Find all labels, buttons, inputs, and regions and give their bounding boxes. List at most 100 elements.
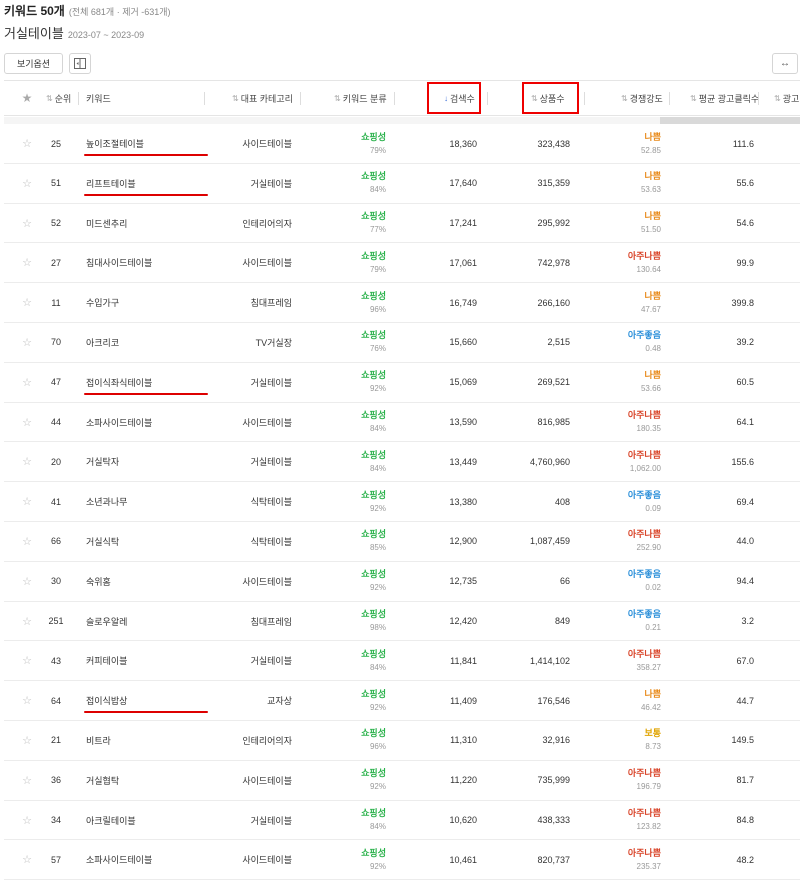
rank-cell: 25 (50, 138, 61, 149)
header-more[interactable]: ⇅ 광고 (774, 81, 799, 115)
table-row[interactable]: ☆ 70 아크리코 TV거실장 쇼핑성 76% 15,660 2,515 아주좋… (4, 323, 800, 363)
table-row[interactable]: ☆ 11 수입가구 침대프레임 쇼핑성 96% 16,749 266,160 나… (4, 283, 800, 323)
favorite-star-icon[interactable]: ☆ (21, 482, 33, 521)
keyword-cell[interactable]: 높이조절테이블 (86, 124, 206, 163)
category-cell: 식탁테이블 (250, 536, 292, 547)
keyword-cell[interactable]: 접이식좌식테이블 (86, 363, 206, 402)
table-row[interactable]: ☆ 44 소파사이드테이블 사이드테이블 쇼핑성 84% 13,590 816,… (4, 403, 800, 443)
favorite-star-icon[interactable]: ☆ (21, 442, 33, 481)
favorite-star-icon[interactable]: ☆ (21, 562, 33, 601)
header-rank[interactable]: ⇅ 순위 (46, 81, 71, 115)
favorite-star-icon[interactable]: ☆ (21, 204, 33, 243)
competition-cell: 아주좋음 0.09 (594, 482, 661, 521)
competition-cell: 아주나쁨 180.35 (594, 403, 661, 442)
favorite-star-icon[interactable]: ☆ (21, 761, 33, 800)
keyword-cell[interactable]: 거실협탁 (86, 761, 206, 800)
header-category[interactable]: ⇅ 대표 카테고리 (232, 81, 293, 115)
table-row[interactable]: ☆ 25 높이조절테이블 사이드테이블 쇼핑성 79% 18,360 323,4… (4, 124, 800, 164)
classification-percent: 92% (369, 861, 386, 871)
keyword-cell[interactable]: 아크리코 (86, 323, 206, 362)
avg-ad-clicks-cell: 81.7 (736, 775, 754, 786)
favorite-star-icon[interactable]: ☆ (21, 840, 33, 879)
header-competition[interactable]: ⇅ 경쟁강도 (621, 81, 663, 115)
keyword-count-meta: (전체 681개 · 제거 -631개) (68, 7, 171, 17)
table-row[interactable]: ☆ 21 비트라 인테리어의자 쇼핑성 96% 11,310 32,916 보통… (4, 721, 800, 761)
competition-level: 아주나쁨 (627, 449, 661, 460)
favorite-star-icon[interactable]: ☆ (21, 243, 33, 282)
header-avg-ad-clicks[interactable]: ⇅ 평균 광고클릭수 (690, 81, 759, 115)
classification-type: 쇼핑성 (361, 290, 386, 301)
table-row[interactable]: ☆ 51 리프트테이블 거실테이블 쇼핑성 84% 17,640 315,359… (4, 164, 800, 204)
category-cell: 사이드테이블 (242, 417, 292, 428)
table-row[interactable]: ☆ 43 커피테이블 거실테이블 쇼핑성 84% 11,841 1,414,10… (4, 641, 800, 682)
favorite-star-icon[interactable]: ☆ (21, 522, 33, 561)
keyword-cell[interactable]: 커피테이블 (86, 641, 206, 680)
header-keyword[interactable]: 키워드 (86, 81, 111, 115)
table-row[interactable]: ☆ 41 소년과나무 식탁테이블 쇼핑성 92% 13,380 408 아주좋음… (4, 482, 800, 522)
table-row[interactable]: ☆ 27 침대사이드테이블 사이드테이블 쇼핑성 79% 17,061 742,… (4, 243, 800, 284)
category-cell: 거실테이블 (250, 377, 292, 388)
favorite-star-icon[interactable]: ☆ (21, 363, 33, 402)
competition-value: 51.50 (640, 225, 661, 235)
classification-type: 쇼핑성 (361, 529, 386, 540)
competition-cell: 아주좋음 0.02 (594, 562, 661, 601)
favorite-star-icon[interactable]: ☆ (21, 641, 33, 680)
favorite-star-icon[interactable]: ☆ (21, 164, 33, 203)
favorite-header[interactable]: ★ (20, 81, 34, 115)
favorite-star-icon[interactable]: ☆ (21, 323, 33, 362)
classification-type: 쇼핑성 (361, 808, 386, 819)
keyword-cell[interactable]: 리프트테이블 (86, 164, 206, 203)
keyword-cell[interactable]: 침대사이드테이블 (86, 243, 206, 282)
keyword-cell[interactable]: 아크릴테이블 (86, 801, 206, 840)
classification-type: 쇼핑성 (361, 410, 386, 421)
table-row[interactable]: ☆ 57 소파사이드테이블 사이드테이블 쇼핑성 92% 10,461 820,… (4, 840, 800, 881)
avg-ad-clicks-cell: 44.0 (736, 536, 754, 547)
keyword-cell[interactable]: 소파사이드테이블 (86, 840, 206, 879)
favorite-star-icon[interactable]: ☆ (21, 602, 33, 641)
classification-type: 쇼핑성 (361, 171, 386, 182)
table-row[interactable]: ☆ 36 거실협탁 사이드테이블 쇼핑성 92% 11,220 735,999 … (4, 761, 800, 801)
favorite-star-icon[interactable]: ☆ (21, 801, 33, 840)
keyword-cell[interactable]: 거실식탁 (86, 522, 206, 561)
favorite-star-icon[interactable]: ☆ (21, 283, 33, 322)
competition-level: 나쁨 (644, 211, 661, 222)
table-row[interactable]: ☆ 34 아크릴테이블 거실테이블 쇼핑성 84% 10,620 438,333… (4, 801, 800, 841)
keyword-cell[interactable]: 접이식밥상 (86, 681, 206, 720)
keyword-cell[interactable]: 비트라 (86, 721, 206, 760)
favorite-star-icon[interactable]: ☆ (21, 124, 33, 163)
search-volume-cell: 11,841 (450, 655, 477, 666)
favorite-star-icon[interactable]: ☆ (21, 721, 33, 760)
horizontal-scrollbar[interactable] (4, 117, 800, 124)
competition-level: 아주나쁨 (627, 529, 661, 540)
table-body: ☆ 25 높이조절테이블 사이드테이블 쇼핑성 79% 18,360 323,4… (4, 124, 800, 881)
keyword-cell[interactable]: 소파사이드테이블 (86, 403, 206, 442)
table-row[interactable]: ☆ 47 접이식좌식테이블 거실테이블 쇼핑성 92% 15,069 269,5… (4, 363, 800, 403)
table-row[interactable]: ☆ 52 미드센추리 인테리어의자 쇼핑성 77% 17,241 295,992… (4, 204, 800, 244)
star-icon: ★ (21, 91, 33, 105)
scrollbar-thumb[interactable] (4, 117, 660, 124)
competition-level: 나쁨 (644, 131, 661, 142)
view-options-button[interactable]: 보기옵션 (4, 53, 63, 74)
keyword-cell[interactable]: 소년과나무 (86, 482, 206, 521)
competition-cell: 나쁨 52.85 (594, 124, 661, 163)
keyword-cell[interactable]: 숙위홈 (86, 562, 206, 601)
competition-level: 아주좋음 (627, 569, 661, 580)
product-count-cell: 323,438 (537, 138, 570, 149)
table-row[interactable]: ☆ 30 숙위홈 사이드테이블 쇼핑성 92% 12,735 66 아주좋음 0… (4, 562, 800, 602)
favorite-star-icon[interactable]: ☆ (21, 681, 33, 720)
expand-table-button[interactable]: ↔ (772, 53, 798, 74)
product-count-cell: 735,999 (537, 775, 570, 786)
competition-level: 나쁨 (644, 370, 661, 381)
keyword-cell[interactable]: 거실탁자 (86, 442, 206, 481)
keyword-cell[interactable]: 미드센추리 (86, 204, 206, 243)
column-toggle-button[interactable] (69, 53, 91, 74)
table-row[interactable]: ☆ 20 거실탁자 거실테이블 쇼핑성 84% 13,449 4,760,960… (4, 442, 800, 483)
table-row[interactable]: ☆ 66 거실식탁 식탁테이블 쇼핑성 85% 12,900 1,087,459… (4, 522, 800, 562)
header-classification[interactable]: ⇅ 키워드 분류 (334, 81, 387, 115)
table-row[interactable]: ☆ 251 슬로우알레 침대프레임 쇼핑성 98% 12,420 849 아주좋… (4, 602, 800, 642)
competition-level: 아주나쁨 (627, 808, 661, 819)
keyword-cell[interactable]: 슬로우알레 (86, 602, 206, 641)
keyword-cell[interactable]: 수입가구 (86, 283, 206, 322)
table-row[interactable]: ☆ 64 접이식밥상 교자상 쇼핑성 92% 11,409 176,546 나쁨… (4, 681, 800, 721)
favorite-star-icon[interactable]: ☆ (21, 403, 33, 442)
